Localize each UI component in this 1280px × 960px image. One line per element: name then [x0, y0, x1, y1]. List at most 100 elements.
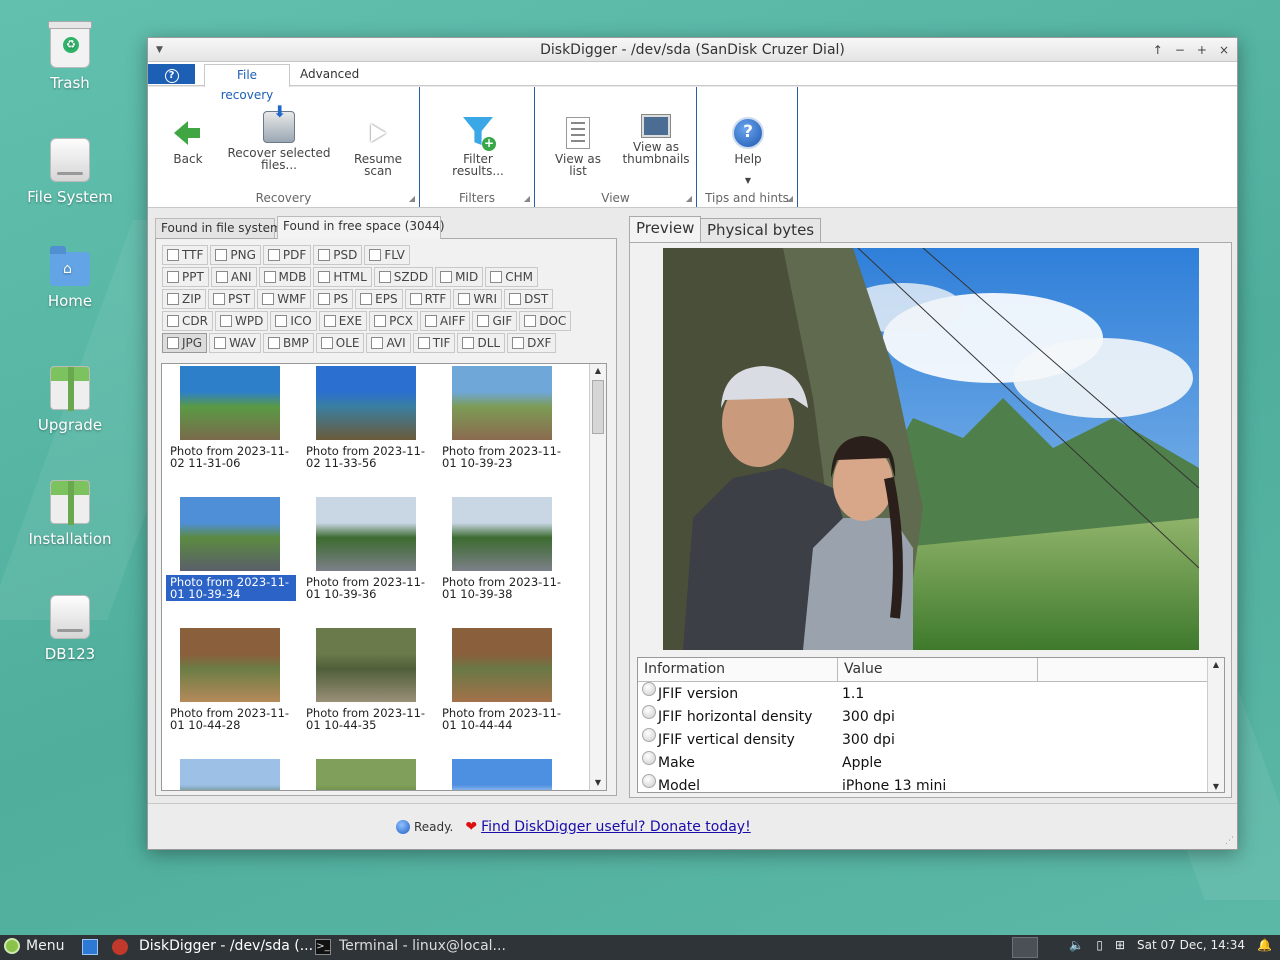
- battery-icon[interactable]: ▯: [1096, 938, 1103, 952]
- tab-physical-bytes[interactable]: Physical bytes: [700, 218, 822, 242]
- file-type-toggle-psd[interactable]: PSD: [313, 245, 363, 265]
- thumbnail-item[interactable]: [300, 757, 434, 790]
- file-type-toggle-cdr[interactable]: CDR: [162, 311, 213, 331]
- resume-scan-button[interactable]: Resume scan: [340, 117, 416, 177]
- view-as-thumbnails-button[interactable]: View as thumbnails: [621, 111, 691, 165]
- file-type-toggle-dxf[interactable]: DXF: [507, 333, 557, 353]
- file-type-toggle-zip[interactable]: ZIP: [162, 289, 206, 309]
- thumbnail-item[interactable]: Photo from 2023-11-02 11-31-06: [164, 364, 298, 484]
- thumbnail-item[interactable]: Photo from 2023-11-01 10-44-35: [300, 626, 434, 746]
- filter-results-button[interactable]: + Filter results...: [438, 117, 518, 177]
- file-type-toggle-aiff[interactable]: AIFF: [419, 311, 471, 331]
- tab-advanced[interactable]: Advanced: [294, 64, 365, 87]
- show-desktop-icon[interactable]: [82, 939, 98, 955]
- file-type-toggle-wri[interactable]: WRI: [453, 289, 503, 309]
- file-type-toggle-ppt[interactable]: PPT: [162, 267, 209, 287]
- tab-preview[interactable]: Preview: [629, 216, 702, 242]
- thumbnail-item[interactable]: Photo from 2023-11-01 10-39-36: [300, 495, 434, 615]
- dialog-launcher-icon[interactable]: ◢: [409, 194, 415, 203]
- file-type-toggle-dst[interactable]: DST: [504, 289, 554, 309]
- scroll-up-icon[interactable]: ▲: [1208, 658, 1224, 672]
- thumbnail-item[interactable]: Photo from 2023-11-01 10-44-28: [164, 626, 298, 746]
- notifications-icon[interactable]: 🔔: [1257, 938, 1272, 952]
- file-type-toggle-rtf[interactable]: RTF: [404, 289, 452, 309]
- thumbnail-item[interactable]: [436, 757, 570, 790]
- maximize-button[interactable]: +: [1197, 38, 1207, 62]
- desktop-icon-upgrade[interactable]: Upgrade: [20, 366, 120, 434]
- thumbnail-item[interactable]: Photo from 2023-11-01 10-39-34: [164, 495, 298, 615]
- file-type-toggle-pst[interactable]: PST: [208, 289, 256, 309]
- title-bar[interactable]: ▼ DiskDigger - /dev/sda (SanDisk Cruzer …: [148, 38, 1237, 62]
- window-menu-icon[interactable]: ▼: [156, 38, 163, 62]
- file-type-toggle-pcx[interactable]: PCX: [369, 311, 418, 331]
- view-as-list-button[interactable]: View as list: [547, 117, 609, 177]
- dialog-launcher-icon[interactable]: ◢: [524, 194, 530, 203]
- file-type-toggle-dll[interactable]: DLL: [457, 333, 506, 353]
- dropdown-arrow-icon[interactable]: ▼: [727, 175, 769, 187]
- tray-app-icon[interactable]: [1012, 937, 1038, 958]
- file-type-toggle-pdf[interactable]: PDF: [262, 245, 312, 265]
- file-type-toggle-flv[interactable]: FLV: [364, 245, 410, 265]
- file-type-toggle-mdb[interactable]: MDB: [258, 267, 312, 287]
- menu-button[interactable]: Menu: [4, 938, 64, 954]
- scroll-thumb[interactable]: [592, 380, 604, 434]
- help-button[interactable]: ? Help ▼: [727, 117, 769, 187]
- taskbar-window-terminal[interactable]: Terminal - linux@local...: [339, 938, 506, 954]
- tab-file-recovery[interactable]: File recovery: [204, 64, 290, 102]
- back-button[interactable]: Back: [168, 117, 208, 165]
- vertical-scrollbar[interactable]: ▲ ▼: [589, 364, 606, 790]
- info-row[interactable]: Model iPhone 13 mini: [638, 773, 1224, 792]
- file-type-toggle-mid[interactable]: MID: [435, 267, 484, 287]
- file-type-toggle-ole[interactable]: OLE: [315, 333, 365, 353]
- scroll-up-icon[interactable]: ▲: [590, 364, 606, 378]
- file-type-toggle-ico[interactable]: ICO: [270, 311, 317, 331]
- info-row[interactable]: JFIF vertical density 300 dpi: [638, 727, 1224, 751]
- file-type-toggle-eps[interactable]: EPS: [355, 289, 403, 309]
- tab-found-in-file-system[interactable]: Found in file system: [155, 218, 282, 238]
- help-tab[interactable]: ?: [148, 64, 195, 84]
- thumbnail-item[interactable]: Photo from 2023-11-01 10-39-38: [436, 495, 570, 615]
- file-type-toggle-jpg[interactable]: JPG: [162, 333, 208, 353]
- close-button[interactable]: ×: [1219, 38, 1229, 62]
- scroll-down-icon[interactable]: ▼: [590, 776, 606, 790]
- file-type-toggle-html[interactable]: HTML: [313, 267, 372, 287]
- taskbar-window-diskdigger[interactable]: DiskDigger - /dev/sda (...: [139, 938, 313, 954]
- thumbnail-item[interactable]: [164, 757, 298, 790]
- dialog-launcher-icon[interactable]: ◢: [686, 194, 692, 203]
- desktop-icon-db123[interactable]: DB123: [20, 595, 120, 663]
- file-type-toggle-tif[interactable]: TIF: [412, 333, 456, 353]
- info-column-header[interactable]: Information: [638, 658, 838, 681]
- file-type-toggle-wmf[interactable]: WMF: [257, 289, 312, 309]
- donate-link[interactable]: Find DiskDigger useful? Donate today!: [481, 819, 751, 835]
- minimize-button[interactable]: −: [1175, 38, 1185, 62]
- file-type-toggle-exe[interactable]: EXE: [318, 311, 368, 331]
- desktop-icon-home[interactable]: ⌂ Home: [20, 246, 120, 310]
- tab-found-in-free-space[interactable]: Found in free space (3044): [277, 216, 445, 239]
- dialog-launcher-icon[interactable]: ◢: [787, 194, 793, 203]
- thumbnail-item[interactable]: Photo from 2023-11-02 11-33-56: [300, 364, 434, 484]
- file-type-toggle-bmp[interactable]: BMP: [262, 333, 314, 353]
- desktop-icon-trash[interactable]: ♻ Trash: [20, 21, 120, 92]
- value-column-header[interactable]: Value: [838, 658, 1038, 681]
- thumbnail-item[interactable]: Photo from 2023-11-01 10-44-44: [436, 626, 570, 746]
- scroll-down-icon[interactable]: ▼: [1208, 780, 1224, 792]
- info-row[interactable]: JFIF version 1.1: [638, 681, 1224, 705]
- desktop-icon-installation[interactable]: Installation: [20, 480, 120, 548]
- file-type-toggle-gif[interactable]: GIF: [472, 311, 518, 331]
- file-type-toggle-avi[interactable]: AVI: [366, 333, 411, 353]
- volume-icon[interactable]: 🔈: [1069, 938, 1084, 952]
- file-type-toggle-szdd[interactable]: SZDD: [373, 267, 434, 287]
- info-row[interactable]: JFIF horizontal density 300 dpi: [638, 704, 1224, 728]
- thumbnail-item[interactable]: Photo from 2023-11-01 10-39-23: [436, 364, 570, 484]
- desktop-icon-file-system[interactable]: File System: [20, 138, 120, 206]
- info-row[interactable]: Make Apple: [638, 750, 1224, 774]
- shade-button[interactable]: ↑: [1153, 38, 1163, 62]
- resize-grip-icon[interactable]: ⋰: [1225, 836, 1234, 846]
- file-type-toggle-wpd[interactable]: WPD: [214, 311, 269, 331]
- file-type-toggle-ps[interactable]: PS: [313, 289, 354, 309]
- file-type-toggle-png[interactable]: PNG: [210, 245, 261, 265]
- info-scrollbar[interactable]: ▲ ▼: [1207, 658, 1224, 792]
- clock[interactable]: Sat 07 Dec, 14:34: [1137, 938, 1245, 952]
- file-type-toggle-wav[interactable]: WAV: [209, 333, 261, 353]
- thumbnail-grid[interactable]: Photo from 2023-11-02 11-31-06 Photo from…: [161, 363, 607, 791]
